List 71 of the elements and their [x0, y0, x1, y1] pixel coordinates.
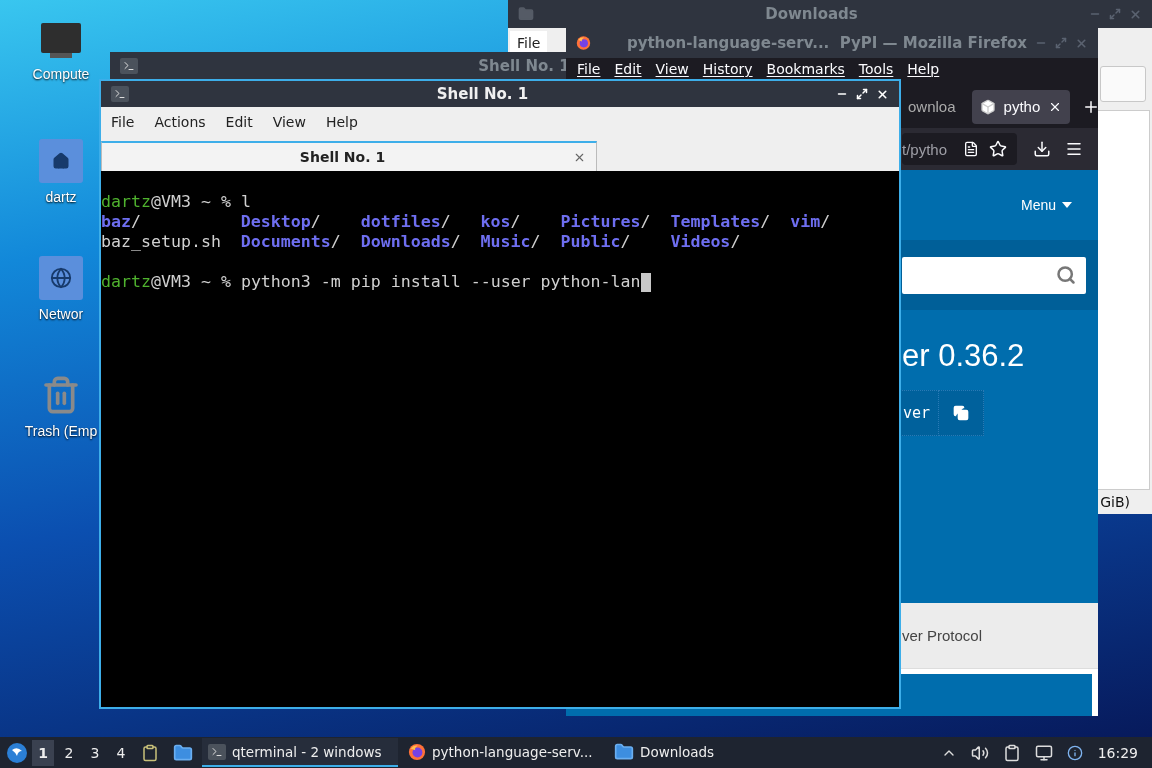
menu-item[interactable]: Help [318, 110, 365, 134]
address-field[interactable]: t/pytho [902, 133, 1018, 165]
directory-name: Music/ [480, 232, 541, 252]
workspace-button[interactable]: 4 [110, 739, 132, 766]
directory-name: baz/ [101, 212, 141, 232]
status-text: GiB) [1100, 494, 1130, 510]
menu-item[interactable]: Help [900, 60, 947, 78]
prompt-line: dartz@VM3 ~ % python3 -m pip install --user python-lan [101, 272, 641, 292]
terminal-icon [120, 58, 138, 74]
folder-icon [518, 6, 534, 22]
menu-item[interactable]: Bookmarks [759, 60, 852, 78]
desktop-icon-label[interactable]: Networ [38, 306, 84, 322]
search-field[interactable] [902, 256, 1086, 294]
menu-item[interactable]: Edit [218, 110, 260, 134]
prompt-line: dartz@VM3 ~ % l [101, 192, 251, 212]
taskbar-task[interactable]: Downloads [608, 738, 718, 767]
reader-view-icon[interactable] [963, 141, 980, 157]
directory-name: Public/ [560, 232, 631, 252]
terminal-tab[interactable]: Shell No. 1 [101, 141, 597, 171]
taskbar-task[interactable]: qterminal - 2 windows [202, 738, 398, 767]
desktop-icon-label[interactable]: Trash (Emp [24, 423, 98, 439]
menu-item[interactable]: Tools [851, 60, 901, 78]
terminal-icon [208, 743, 226, 760]
menu-item[interactable]: File [510, 31, 548, 55]
taskbar-task[interactable]: python-language-serv... [402, 738, 604, 767]
clock: 16:29 [1096, 744, 1139, 761]
directory-name: Documents/ [240, 232, 341, 252]
menu-item[interactable]: Edit [607, 60, 649, 78]
directory-name: Desktop/ [240, 212, 321, 232]
menu-item[interactable]: View [265, 110, 313, 134]
menu-item[interactable]: Actions [147, 110, 213, 134]
menu-item[interactable]: File [570, 60, 608, 78]
workspace-button[interactable]: 3 [84, 739, 106, 766]
browser-tab[interactable]: pytho [971, 89, 1071, 124]
network-folder-icon [39, 256, 83, 300]
package-icon [979, 98, 996, 115]
directory-name: Templates/ [670, 212, 771, 232]
browser-tab[interactable]: ownloa [900, 89, 964, 124]
firefox-logo-icon [576, 33, 591, 53]
copy-icon [953, 405, 970, 421]
monitor-icon [40, 22, 82, 60]
directory-name: Pictures/ [560, 212, 651, 232]
firefox-logo-icon [408, 742, 426, 761]
directory-name: Videos/ [670, 232, 741, 252]
folder-icon [614, 741, 634, 762]
terminal-screen[interactable]: dartz@VM3 ~ % l baz/ Desktop/ dotfiles/ kos/ Pictures/ Templates/ vim/ baz_setup.sh Documents/ Downloads/ Music/ Public/ Videos/ dartz@VM3 ~ % python3 -m pip install --user python-lan [101, 171, 899, 707]
workspace-button[interactable]: 2 [58, 739, 80, 766]
workspace-button[interactable]: 1 [32, 739, 54, 766]
directory-name: dotfiles/ [360, 212, 451, 232]
star-icon[interactable] [989, 140, 1008, 158]
start-menu-icon[interactable] [6, 741, 28, 764]
directory-name: vim/ [790, 212, 831, 232]
package-heading: er 0.36.2 [902, 338, 1026, 374]
menu-link[interactable]: Menu [1020, 197, 1072, 213]
menu-item[interactable]: File [104, 110, 142, 134]
home-folder-icon [39, 139, 83, 183]
copy-button[interactable] [939, 390, 985, 436]
menu-item[interactable]: History [695, 60, 760, 78]
location-field[interactable] [1100, 66, 1146, 102]
directory-name: Downloads/ [360, 232, 461, 252]
menu-item[interactable]: View [648, 60, 696, 78]
maximize-icon[interactable] [856, 87, 868, 101]
search-icon[interactable] [1056, 265, 1076, 285]
terminal-icon [111, 86, 129, 102]
directory-name: kos/ [480, 212, 521, 232]
window-title: python-language-serv... PyPI — Mozilla Firefox [626, 34, 1027, 52]
window-title: Shell No. 1 [436, 85, 529, 103]
package-summary: ver Protocol [902, 627, 983, 644]
file-name: baz_setup.sh [101, 232, 221, 252]
window-title: Downloads [765, 5, 858, 23]
close-icon[interactable] [876, 87, 889, 101]
